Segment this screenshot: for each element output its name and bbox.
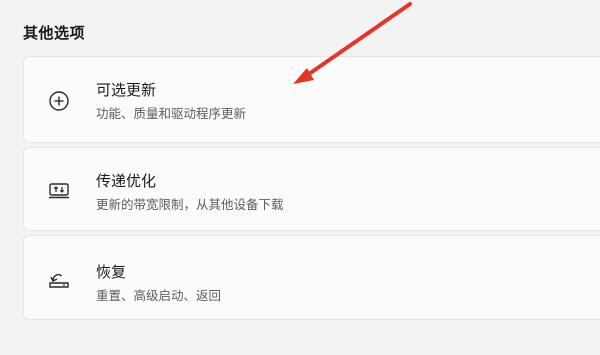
optional-updates-card[interactable]: 可选更新 功能、质量和驱动程序更新 (23, 56, 600, 143)
add-circle-icon (49, 91, 69, 111)
delivery-optimization-icon (49, 183, 69, 199)
recovery-card[interactable]: 恢复 重置、高级启动、返回 (23, 235, 600, 320)
recovery-subtitle: 重置、高级启动、返回 (96, 288, 222, 303)
bottom-area (0, 328, 600, 355)
optional-updates-title: 可选更新 (96, 81, 157, 99)
delivery-optimization-card[interactable]: 传递优化 更新的带宽限制，从其他设备下载 (23, 147, 600, 231)
recovery-title: 恢复 (96, 263, 127, 281)
delivery-optimization-subtitle: 更新的带宽限制，从其他设备下载 (96, 197, 284, 212)
settings-page: 其他选项 可选更新 功能、质量和驱动程序更新 传递优化 更新的带宽限制，从其他设… (0, 0, 600, 355)
section-title: 其他选项 (23, 24, 86, 42)
delivery-optimization-title: 传递优化 (96, 172, 157, 190)
optional-updates-subtitle: 功能、质量和驱动程序更新 (96, 106, 247, 121)
recovery-icon (49, 273, 69, 288)
